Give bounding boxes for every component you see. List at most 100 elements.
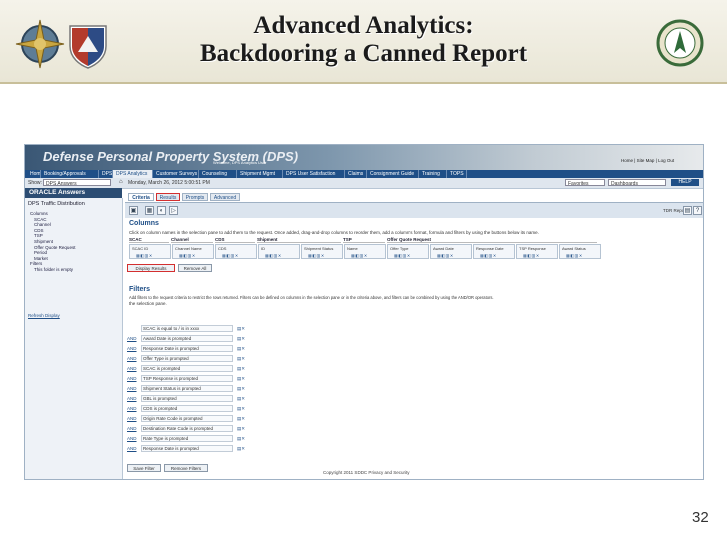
remove-all-button[interactable]: Remove All <box>178 264 212 272</box>
column-card[interactable]: SCAC ID ▦◧▥✕ <box>129 244 171 259</box>
column-edit-icons[interactable]: ▦◧▥✕ <box>394 253 411 258</box>
column-edit-icons[interactable]: ▦◧▥✕ <box>351 253 368 258</box>
filter-operator[interactable]: AND <box>127 365 137 373</box>
filter-text[interactable]: SCAC is prompted <box>141 365 233 372</box>
nav-dps[interactable]: DPS <box>99 170 113 178</box>
filter-edit-icons[interactable]: ▤✕ <box>237 375 245 383</box>
filter-text[interactable]: SCAC is equal to / is in xxxx <box>141 325 233 332</box>
preview-icon[interactable]: ▷ <box>169 206 178 215</box>
filter-text[interactable]: Rate Type is prompted <box>141 435 233 442</box>
filter-edit-icons[interactable]: ▤✕ <box>237 425 245 433</box>
filter-text[interactable]: Offer Type is prompted <box>141 355 233 362</box>
column-card[interactable]: CDS ▦◧▥✕ <box>215 244 257 259</box>
column-card[interactable]: ID ▦◧▥✕ <box>258 244 300 259</box>
filter-row: AND GBL is prompted ▤✕ <box>127 395 258 403</box>
dashboards-select[interactable]: Dashboards <box>608 179 666 187</box>
column-card[interactable]: Offer Type ▦◧▥✕ <box>387 244 429 259</box>
column-card[interactable]: Award Date ▦◧▥✕ <box>430 244 472 259</box>
filter-edit-icons[interactable]: ▤✕ <box>237 365 245 373</box>
filter-operator[interactable]: AND <box>127 395 137 403</box>
nav-user-satisfaction[interactable]: DPS User Satisfaction <box>283 170 345 178</box>
table-icon[interactable]: ▦ <box>145 206 154 215</box>
filter-operator[interactable]: AND <box>127 405 137 413</box>
save-icon[interactable]: ▣ <box>129 206 138 215</box>
favorites-select[interactable]: Favorites <box>565 179 605 187</box>
display-results-button[interactable]: Display Results <box>127 264 175 272</box>
filter-operator[interactable]: AND <box>127 355 137 363</box>
column-card[interactable]: Channel Name ▦◧▥✕ <box>172 244 214 259</box>
column-card[interactable]: Award Status ▦◧▥✕ <box>559 244 601 259</box>
filter-text[interactable]: Award Date is prompted <box>141 335 233 342</box>
nav-shipment-mgmt[interactable]: Shipment Mgmt <box>237 170 283 178</box>
nav-training[interactable]: Training <box>419 170 447 178</box>
filter-operator[interactable]: AND <box>127 375 137 383</box>
chart-icon[interactable]: ◐ <box>157 206 166 215</box>
filter-text[interactable]: TSP Response is prompted <box>141 375 233 382</box>
filter-operator[interactable]: AND <box>127 335 137 343</box>
refresh-display-link[interactable]: Refresh Display <box>28 313 60 318</box>
criteria-toolbar: ▣ ▦ ◐ ▷ TDR Report ▤ ? <box>125 202 703 218</box>
filter-operator[interactable]: AND <box>127 415 137 423</box>
filter-text[interactable]: Response Date is prompted <box>141 345 233 352</box>
filter-operator[interactable]: AND <box>127 425 137 433</box>
filter-edit-icons[interactable]: ▤✕ <box>237 405 245 413</box>
filter-text[interactable]: Shipment Status is prompted <box>141 385 233 392</box>
show-select[interactable]: DPS Answers <box>43 179 111 187</box>
filter-text[interactable]: Destination Rate Code is prompted <box>141 425 233 432</box>
nav-dps-analytics[interactable]: DPS Analytics <box>113 170 153 178</box>
column-card[interactable]: Name ▦◧▥✕ <box>344 244 386 259</box>
filter-operator[interactable]: AND <box>127 445 137 453</box>
remove-filters-button[interactable]: Remove Filters <box>164 464 208 472</box>
column-edit-icons[interactable]: ▦◧▥✕ <box>179 253 196 258</box>
filter-operator[interactable]: AND <box>127 385 137 393</box>
filter-text[interactable]: GBL is prompted <box>141 395 233 402</box>
column-card[interactable]: Shipment Status ▦◧▥✕ <box>301 244 343 259</box>
tab-criteria[interactable]: Criteria <box>128 193 154 201</box>
report-properties-icon[interactable]: ▤ <box>683 206 692 215</box>
column-edit-icons[interactable]: ▦◧▥✕ <box>222 253 239 258</box>
sddc-seal-icon <box>656 19 704 67</box>
filter-operator[interactable]: AND <box>127 345 137 353</box>
nav-customer-surveys[interactable]: Customer Surveys <box>153 170 199 178</box>
tab-results[interactable]: Results <box>156 193 180 201</box>
filter-edit-icons[interactable]: ▤✕ <box>237 445 245 453</box>
column-edit-icons[interactable]: ▦◧▥✕ <box>437 253 454 258</box>
column-edit-icons[interactable]: ▦◧▥✕ <box>265 253 282 258</box>
nav-tops[interactable]: TOPS <box>447 170 467 178</box>
banner-links[interactable]: Home | Site Map | Log Out <box>621 158 674 163</box>
filter-edit-icons[interactable]: ▤✕ <box>237 385 245 393</box>
help-button[interactable]: HELP <box>671 179 699 186</box>
nav-claims[interactable]: Claims <box>345 170 367 178</box>
filter-edit-icons[interactable]: ▤✕ <box>237 345 245 353</box>
filter-edit-icons[interactable]: ▤✕ <box>237 395 245 403</box>
help-icon[interactable]: ? <box>693 206 702 215</box>
filter-edit-icons[interactable]: ▤✕ <box>237 435 245 443</box>
filter-edit-icons[interactable]: ▤✕ <box>237 325 245 333</box>
filter-text[interactable]: Response Date is prompted <box>141 445 233 452</box>
filter-text[interactable]: CDS is prompted <box>141 405 233 412</box>
tab-prompts[interactable]: Prompts <box>182 193 208 201</box>
column-name: Channel Name <box>175 246 202 251</box>
column-edit-icons[interactable]: ▦◧▥✕ <box>523 253 540 258</box>
nav-counseling[interactable]: Counseling <box>199 170 237 178</box>
column-edit-icons[interactable]: ▦◧▥✕ <box>566 253 583 258</box>
nav-home[interactable]: Home <box>27 170 41 178</box>
tab-advanced[interactable]: Advanced <box>210 193 240 201</box>
save-filter-button[interactable]: Save Filter <box>127 464 161 472</box>
home-icon[interactable]: ⌂ <box>119 179 123 185</box>
filter-edit-icons[interactable]: ▤✕ <box>237 415 245 423</box>
filter-row: AND Shipment Status is prompted ▤✕ <box>127 385 258 393</box>
column-edit-icons[interactable]: ▦◧▥✕ <box>308 253 325 258</box>
column-group: Offer Quote Request <box>387 237 597 243</box>
nav-consignment-guide[interactable]: Consignment Guide <box>367 170 419 178</box>
slide-header: Advanced Analytics: Backdooring a Canned… <box>0 0 727 84</box>
filter-text[interactable]: Origin Rate Code is prompted <box>141 415 233 422</box>
filter-edit-icons[interactable]: ▤✕ <box>237 355 245 363</box>
column-edit-icons[interactable]: ▦◧▥✕ <box>136 253 153 258</box>
filter-operator[interactable]: AND <box>127 435 137 443</box>
column-card[interactable]: Response Date ▦◧▥✕ <box>473 244 515 259</box>
column-card[interactable]: TSP Response ▦◧▥✕ <box>516 244 558 259</box>
nav-booking[interactable]: Booking/Approvals <box>41 170 99 178</box>
filter-edit-icons[interactable]: ▤✕ <box>237 335 245 343</box>
column-edit-icons[interactable]: ▦◧▥✕ <box>480 253 497 258</box>
